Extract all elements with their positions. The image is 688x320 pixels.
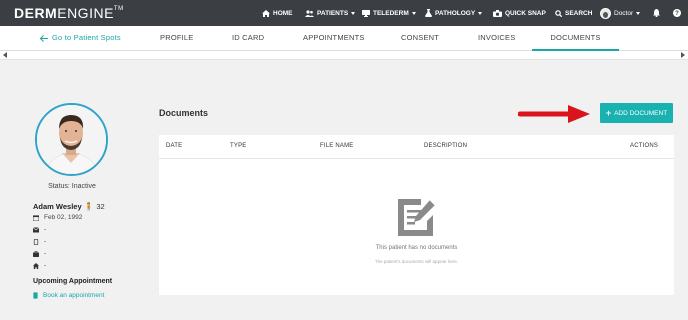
tab-documents-label: DOCUMENTS <box>550 33 601 42</box>
back-link-label: Go to Patient Spots <box>52 33 121 42</box>
nav-telederm[interactable]: TELEDERM <box>362 0 416 26</box>
patient-tab-bar: Go to Patient Spots PROFILE ID CARD APPO… <box>0 26 688 51</box>
mobile-icon <box>33 238 39 245</box>
user-menu[interactable]: Doctor <box>600 0 641 26</box>
tab-appointments-label: APPOINTMENTS <box>303 33 365 42</box>
nav-patients-label: PATIENTS <box>317 9 349 17</box>
tab-documents[interactable]: DOCUMENTS <box>532 26 619 51</box>
svg-text:?: ? <box>675 11 679 17</box>
nav-quick-snap[interactable]: QUICK SNAP <box>493 0 546 26</box>
tab-id-card-label: ID CARD <box>232 33 265 42</box>
documents-table: DATE TYPE FILE NAME DESCRIPTION ACTIONS … <box>159 135 674 295</box>
nav-search-label: SEARCH <box>565 9 593 17</box>
arrow-left-icon <box>39 34 48 42</box>
envelope-icon <box>33 226 39 232</box>
add-document-button[interactable]: + ADD DOCUMENT <box>600 103 673 123</box>
red-arrow-annotation <box>518 105 590 123</box>
tab-invoices-label: INVOICES <box>478 33 516 42</box>
add-document-label: ADD DOCUMENT <box>614 109 668 117</box>
camera-icon <box>493 9 502 17</box>
bell-icon <box>653 9 660 17</box>
briefcase-icon <box>33 250 39 257</box>
top-nav-bar: DERMENGINETM HOME PATIENTS TELEDERM PATH… <box>0 0 688 26</box>
patient-work: - <box>44 250 47 257</box>
nav-patients[interactable]: PATIENTS <box>305 0 356 26</box>
logo-bold-text: DERM <box>14 5 58 21</box>
patients-icon <box>305 9 314 17</box>
notifications-button[interactable] <box>653 0 660 26</box>
column-header-actions: ACTIONS <box>630 143 659 149</box>
mobile-icon <box>33 292 38 299</box>
tab-invoices[interactable]: INVOICES <box>478 26 515 51</box>
nav-quick-snap-label: QUICK SNAP <box>505 9 546 17</box>
empty-state-message: This patient has no documents <box>375 245 458 251</box>
nav-telederm-label: TELEDERM <box>373 9 409 17</box>
upcoming-appointment-heading: Upcoming Appointment <box>33 278 113 285</box>
chevron-down-icon <box>478 11 483 15</box>
document-edit-icon <box>398 199 436 236</box>
app-logo[interactable]: DERMENGINETM <box>14 5 124 21</box>
help-icon: ? <box>673 9 681 17</box>
patient-name: Adam Wesley <box>33 202 82 211</box>
patient-address: - <box>44 262 47 269</box>
plus-icon: + <box>605 108 612 118</box>
nav-home-label: HOME <box>273 9 293 17</box>
column-header-date[interactable]: DATE <box>166 143 182 149</box>
chevron-down-icon <box>411 11 416 15</box>
patient-address-row: - <box>33 262 46 269</box>
back-to-patient-spots-link[interactable]: Go to Patient Spots <box>39 26 121 51</box>
help-button[interactable]: ? <box>673 0 681 26</box>
scroll-left-icon[interactable] <box>3 52 7 58</box>
patient-age-value: 32 <box>96 202 105 211</box>
book-appointment-label: Book an appointment <box>43 292 105 299</box>
patient-work-row: - <box>33 250 46 257</box>
tab-appointments[interactable]: APPOINTMENTS <box>303 26 365 51</box>
home-icon <box>33 262 39 269</box>
calendar-icon <box>33 214 39 221</box>
tab-scroll-strip <box>0 51 688 60</box>
patient-phone: - <box>44 238 47 245</box>
empty-state-subtext: The patient's documents will appear here… <box>374 259 459 264</box>
male-icon: 🧍 <box>84 202 94 211</box>
tab-consent[interactable]: CONSENT <box>401 26 439 51</box>
logo-trademark: TM <box>113 6 124 12</box>
nav-home[interactable]: HOME <box>262 0 293 26</box>
documents-table-header: DATE TYPE FILE NAME DESCRIPTION ACTIONS <box>159 135 674 159</box>
tab-profile-label: PROFILE <box>160 33 194 42</box>
nav-search[interactable]: SEARCH <box>555 0 592 26</box>
patient-dob: Feb 02, 1992 <box>44 214 83 221</box>
tab-id-card[interactable]: ID CARD <box>232 26 264 51</box>
patient-dob-row: Feb 02, 1992 <box>33 214 82 221</box>
chevron-down-icon <box>351 11 356 15</box>
patient-photo-image <box>37 105 106 174</box>
pathology-icon <box>425 9 432 17</box>
nav-pathology[interactable]: PATHOLOGY <box>425 0 483 26</box>
documents-title: Documents <box>159 108 209 118</box>
tab-consent-label: CONSENT <box>401 33 440 42</box>
column-header-type[interactable]: TYPE <box>230 143 246 149</box>
patient-photo <box>35 103 108 176</box>
search-icon <box>555 9 562 17</box>
patient-email-row: - <box>33 226 46 233</box>
book-appointment-link[interactable]: Book an appointment <box>33 292 104 299</box>
patient-phone-row: - <box>33 238 46 245</box>
home-icon <box>262 9 270 17</box>
nav-pathology-label: PATHOLOGY <box>435 9 476 17</box>
telederm-icon <box>362 9 370 17</box>
patient-age: 🧍 32 <box>84 202 105 211</box>
logo-light-text: ENGINE <box>57 5 114 21</box>
patient-status: Status: Inactive <box>48 183 96 190</box>
tab-profile[interactable]: PROFILE <box>160 26 194 51</box>
scroll-right-icon[interactable] <box>681 52 685 58</box>
avatar <box>600 7 611 19</box>
chevron-down-icon <box>636 11 641 15</box>
column-header-description[interactable]: DESCRIPTION <box>424 143 467 149</box>
column-header-file-name[interactable]: FILE NAME <box>320 143 353 149</box>
user-name: Doctor <box>614 9 634 17</box>
patient-email: - <box>44 226 47 233</box>
